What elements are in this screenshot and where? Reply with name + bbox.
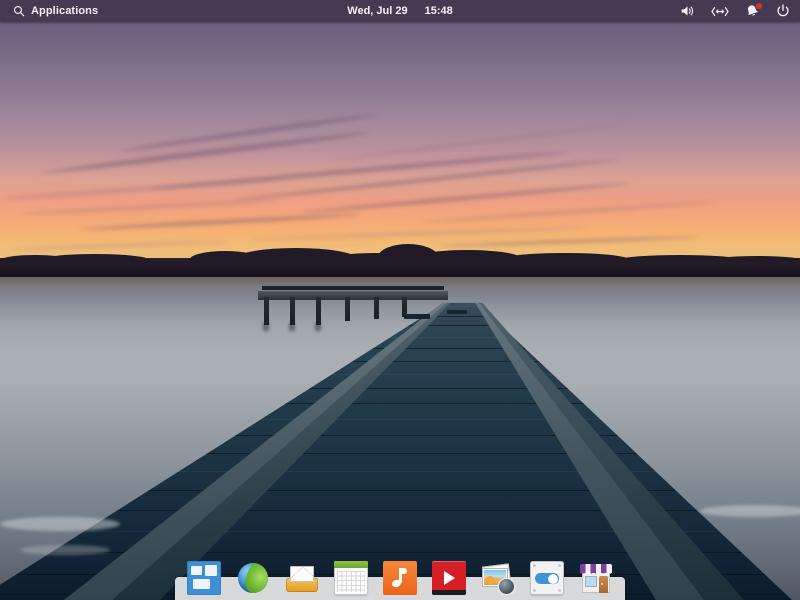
photos-icon [481, 561, 515, 595]
wallpaper-treeline [0, 258, 800, 279]
panel-indicators [680, 4, 800, 18]
wallpaper-sky [0, 0, 800, 279]
panel-left-section: Applications [0, 3, 104, 19]
desktop[interactable] [0, 0, 800, 600]
calendar-icon [334, 561, 368, 595]
applications-menu-label: Applications [31, 5, 98, 17]
volume-indicator[interactable] [680, 4, 695, 18]
network-indicator[interactable] [711, 5, 729, 18]
notification-badge [756, 3, 762, 9]
dock-item-web-browser[interactable] [234, 559, 272, 597]
toggle-switch-icon [530, 561, 564, 595]
volume-icon [680, 4, 695, 18]
clock-time[interactable]: 15:48 [425, 5, 453, 17]
files-icon [187, 561, 221, 595]
dock-item-videos[interactable] [430, 559, 468, 597]
mail-icon [285, 561, 319, 595]
storefront-icon [579, 561, 613, 595]
play-icon [432, 561, 466, 595]
applications-menu-button[interactable]: Applications [7, 3, 104, 19]
dock-item-calendar[interactable] [332, 559, 370, 597]
dock-item-software[interactable] [577, 559, 615, 597]
music-note-icon [383, 561, 417, 595]
top-panel: Applications Wed, Jul 29 15:48 [0, 0, 800, 22]
clock-date[interactable]: Wed, Jul 29 [347, 5, 407, 17]
globe-icon [236, 561, 270, 595]
dock-item-files[interactable] [185, 559, 223, 597]
network-icon [711, 5, 729, 18]
dock-item-settings[interactable] [528, 559, 566, 597]
notifications-indicator[interactable] [745, 4, 760, 18]
dock [185, 555, 615, 597]
dock-item-music[interactable] [381, 559, 419, 597]
power-icon [776, 4, 790, 18]
power-indicator[interactable] [776, 4, 790, 18]
dock-item-mail[interactable] [283, 559, 321, 597]
dock-item-photos[interactable] [479, 559, 517, 597]
search-icon [13, 5, 25, 17]
wallpaper-pier [0, 277, 800, 600]
